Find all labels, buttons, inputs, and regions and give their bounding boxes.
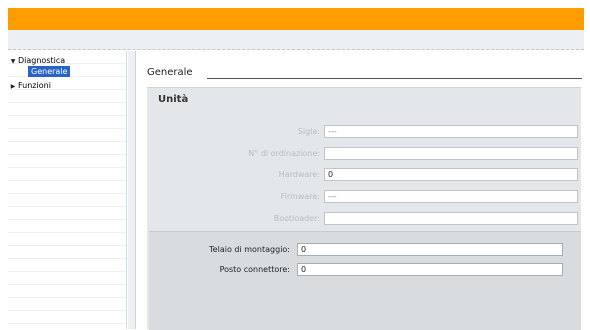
order-number-field[interactable] <box>324 147 578 160</box>
sigla-field[interactable]: --- <box>324 125 578 138</box>
tree-item-funzioni[interactable]: ▶ Funzioni <box>8 80 51 92</box>
splitter[interactable] <box>128 51 136 329</box>
toolbar-strip <box>8 30 584 50</box>
tree-item-label: Diagnostica <box>18 56 66 65</box>
firmware-field[interactable]: --- <box>324 190 578 203</box>
expanded-arrow-icon[interactable]: ▼ <box>8 56 18 68</box>
hardware-field[interactable]: 0 <box>324 168 578 181</box>
navigation-tree: ▼ Diagnostica Generale ▶ Funzioni <box>8 51 127 329</box>
order-number-label: N° di ordinazione: <box>248 149 320 158</box>
bootloader-label: Bootloader: <box>273 214 320 223</box>
slot-label: Posto connettore: <box>219 265 290 274</box>
panel-title: Unità <box>158 94 189 105</box>
tree-row-lines <box>8 51 126 329</box>
sigla-label: Sigla: <box>297 127 320 136</box>
rack-field[interactable]: 0 <box>297 243 563 256</box>
hardware-label: Hardware: <box>278 170 320 179</box>
rack-label: Telaio di montaggio: <box>209 245 290 254</box>
slot-field[interactable]: 0 <box>297 263 563 276</box>
collapsed-arrow-icon[interactable]: ▶ <box>8 81 18 93</box>
section-title: Generale <box>147 67 193 78</box>
firmware-label: Firmware: <box>280 192 320 201</box>
unit-panel: Unità Sigla: --- N° di ordinazione: Hard… <box>147 87 581 330</box>
tree-item-label: Funzioni <box>18 81 51 90</box>
properties-content: Generale Unità Sigla: --- N° di ordinazi… <box>137 51 584 330</box>
title-bar <box>8 8 584 30</box>
bootloader-field[interactable] <box>324 212 578 225</box>
mount-panel: Telaio di montaggio: 0 Posto connettore:… <box>149 231 581 330</box>
tree-item-generale[interactable]: Generale <box>28 66 71 78</box>
section-divider <box>207 78 582 79</box>
tree-item-label: Generale <box>28 66 71 77</box>
